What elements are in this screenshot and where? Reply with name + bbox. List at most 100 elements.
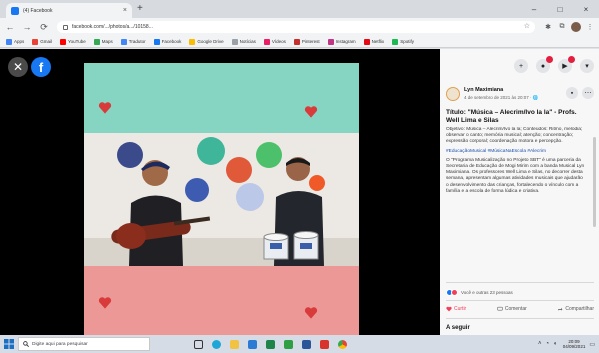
bookmark-label: YouTube	[68, 39, 86, 44]
love-reaction-icon	[451, 288, 458, 296]
taskbar-search[interactable]: Digite aqui para pesquisar	[18, 337, 150, 351]
bookmark-item[interactable]: Gmail	[32, 38, 52, 45]
share-label: Compartilhar	[565, 306, 594, 312]
bookmark-item[interactable]: Tradutor	[120, 38, 146, 45]
screen: (4) Facebook × + – □ × ← → ⟳ facebook.co…	[0, 0, 599, 353]
post-body: Objetivo: Música – Alecrim/Ivo la la; Co…	[446, 127, 586, 277]
volume-icon[interactable]: ◖	[553, 341, 557, 347]
windows-taskbar: Digite aqui para pesquisar ˄ ◔ ◖ 20:09 0…	[0, 335, 599, 353]
messenger-icon[interactable]: ●	[536, 56, 553, 73]
task-view-icon[interactable]	[190, 336, 206, 352]
reactions-count[interactable]: Você e outras 23 pessoas	[461, 290, 513, 295]
address-bar[interactable]: facebook.com/.../photos/a.../10158... ☆	[57, 21, 535, 33]
post-hashtags[interactable]: #EducaçãoMusical #MúsicaNaEscola #Alecri…	[446, 149, 586, 155]
post-date[interactable]: 4 de setembro de 2021 às 20:07 · 🌐	[464, 95, 538, 101]
divider	[446, 300, 594, 301]
panel-scrollbar[interactable]	[593, 137, 596, 227]
bookmark-label: Pinterest	[301, 39, 320, 44]
bookmark-favicon-icon	[32, 38, 39, 45]
page-viewport: ✕ f + ● ▶ ▾ Lyn Maximiana 4 de setembro …	[0, 49, 599, 335]
post-photo[interactable]	[84, 63, 359, 335]
post-actions: Curtir Comentar Compartilhar	[446, 303, 594, 315]
create-icon[interactable]: +	[514, 59, 528, 73]
close-viewer-button[interactable]: ✕	[8, 57, 28, 77]
heart-icon	[98, 297, 112, 309]
maximize-button[interactable]: □	[547, 0, 573, 18]
post-paragraph: Objetivo: Música – Alecrim/Ivo la la; Co…	[446, 127, 583, 145]
edge-icon[interactable]	[208, 336, 224, 352]
bookmark-favicon-icon	[120, 38, 127, 45]
bookmark-favicon-icon	[93, 38, 100, 45]
author-avatar[interactable]	[446, 87, 460, 101]
extension-icon[interactable]: ✱	[541, 20, 555, 34]
bookmark-item[interactable]: Spotify	[392, 38, 414, 45]
bookmark-favicon-icon	[231, 38, 238, 45]
bookmark-item[interactable]: YouTube	[60, 38, 86, 45]
file-explorer-icon[interactable]	[226, 336, 242, 352]
store-icon[interactable]	[244, 336, 260, 352]
bookmark-item[interactable]: Facebook	[153, 38, 182, 45]
bookmark-item[interactable]: Instagram	[327, 38, 356, 45]
more-options-icon[interactable]: ⋯	[582, 87, 594, 99]
photo-viewer: ✕ f	[0, 49, 440, 335]
clock[interactable]: 20:09 04/09/2021	[563, 339, 586, 350]
photo-scene	[84, 133, 359, 266]
system-tray: ˄ ◔ ◖ 20:09 04/09/2021 ▭	[534, 335, 595, 353]
meet-icon[interactable]	[280, 336, 296, 352]
bookmark-favicon-icon	[60, 38, 67, 45]
like-label: Curtir	[454, 306, 467, 312]
bookmark-item[interactable]: Netflix	[363, 38, 384, 45]
bookmark-item[interactable]: Vídeos	[263, 38, 286, 45]
search-icon	[23, 341, 29, 347]
bookmark-favicon-icon	[263, 38, 270, 45]
chrome-icon[interactable]	[334, 336, 350, 352]
browser-tab[interactable]: (4) Facebook ×	[6, 3, 132, 18]
acrobat-icon[interactable]	[316, 336, 332, 352]
comment-button[interactable]: Comentar	[497, 306, 527, 312]
bookmark-item[interactable]: Maps	[93, 38, 113, 45]
back-button[interactable]: ←	[3, 20, 17, 34]
tab-bar: (4) Facebook × + – □ ×	[0, 0, 599, 18]
bookmark-item[interactable]: Google Drive	[189, 38, 224, 45]
account-icon[interactable]: ▾	[580, 59, 594, 73]
tab-close-icon[interactable]: ×	[123, 7, 127, 14]
bookmark-label: Tradutor	[128, 39, 146, 44]
chevron-up-icon[interactable]: ˄	[538, 341, 542, 347]
word-icon[interactable]	[298, 336, 314, 352]
profile-avatar[interactable]	[569, 20, 583, 34]
menu-dots-icon[interactable]: ⋮	[583, 20, 597, 34]
lock-icon	[63, 24, 68, 30]
bookmark-favicon-icon	[189, 38, 196, 45]
bookmark-star-icon[interactable]: ☆	[524, 22, 530, 30]
minimize-button[interactable]: –	[521, 0, 547, 18]
bookmark-item[interactable]: Notícias	[231, 38, 256, 45]
facebook-logo-icon[interactable]: f	[31, 57, 51, 77]
photo-band-bottom	[84, 266, 359, 335]
save-icon[interactable]: ▪	[566, 87, 578, 99]
close-window-button[interactable]: ×	[573, 0, 599, 18]
notification-center-icon[interactable]: ▭	[589, 341, 595, 348]
bookmark-item[interactable]: Apps	[6, 38, 25, 45]
author-name[interactable]: Lyn Maximiana	[464, 87, 503, 93]
reload-button[interactable]: ⟳	[37, 20, 51, 34]
musicians-scene	[84, 133, 359, 266]
new-tab-button[interactable]: +	[137, 3, 143, 15]
bookmark-label: Facebook	[161, 39, 182, 44]
clock-date: 04/09/2021	[562, 344, 586, 349]
notifications-icon[interactable]: ▶	[558, 56, 575, 73]
forward-button[interactable]: →	[20, 20, 34, 34]
share-button[interactable]: Compartilhar	[557, 306, 594, 312]
bookmark-label: Apps	[14, 39, 25, 44]
reactions-row[interactable]: Você e outras 23 pessoas	[446, 287, 594, 297]
network-icon[interactable]: ◔	[546, 341, 550, 347]
divider	[446, 282, 594, 283]
divider	[446, 318, 594, 319]
bookmark-label: Instagram	[335, 39, 356, 44]
bookmark-item[interactable]: Pinterest	[293, 38, 320, 45]
start-button[interactable]	[0, 335, 18, 353]
puzzle-icon[interactable]: ⧉	[555, 20, 569, 34]
browser-toolbar: ← → ⟳ facebook.com/.../photos/a.../10158…	[0, 18, 599, 36]
spreadsheet-icon[interactable]	[262, 336, 278, 352]
heart-icon	[304, 307, 318, 319]
like-button[interactable]: Curtir	[446, 306, 466, 312]
